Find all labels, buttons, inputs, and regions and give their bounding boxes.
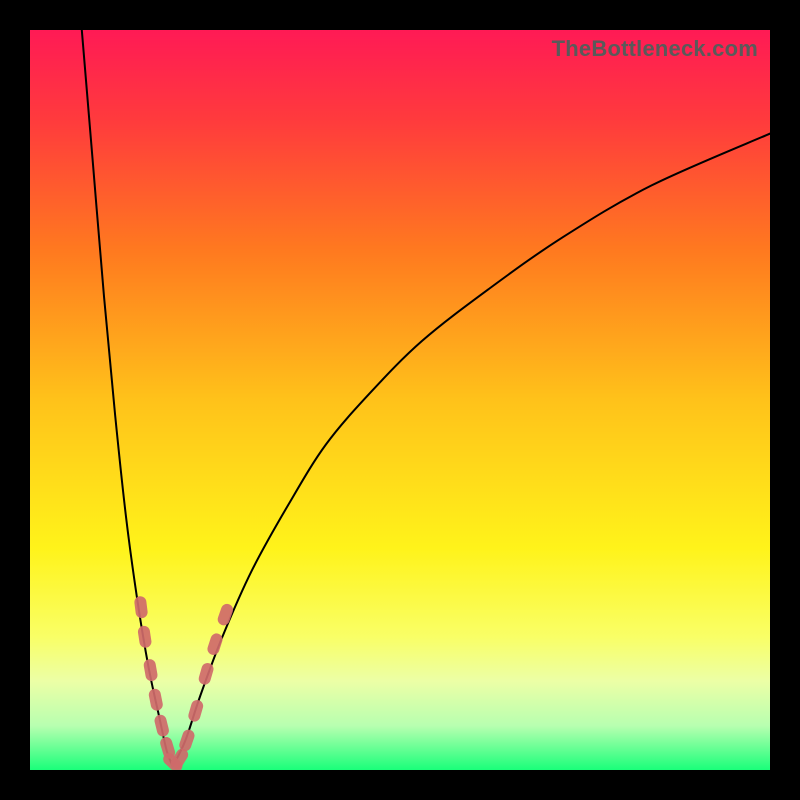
marker-capsule [137, 625, 152, 649]
curve-right-branch [173, 134, 770, 767]
chart-frame: TheBottleneck.com [0, 0, 800, 800]
marker-capsule [187, 699, 205, 723]
marker-capsule [143, 658, 159, 682]
marker-capsule [148, 688, 164, 712]
curve-left-branch [82, 30, 173, 766]
watermark-text: TheBottleneck.com [552, 36, 758, 62]
marker-capsule [134, 596, 149, 619]
plot-area: TheBottleneck.com [30, 30, 770, 770]
marker-capsule [153, 713, 170, 737]
marker-cluster [134, 596, 235, 770]
curve-overlay [30, 30, 770, 770]
marker-capsule [206, 632, 224, 657]
